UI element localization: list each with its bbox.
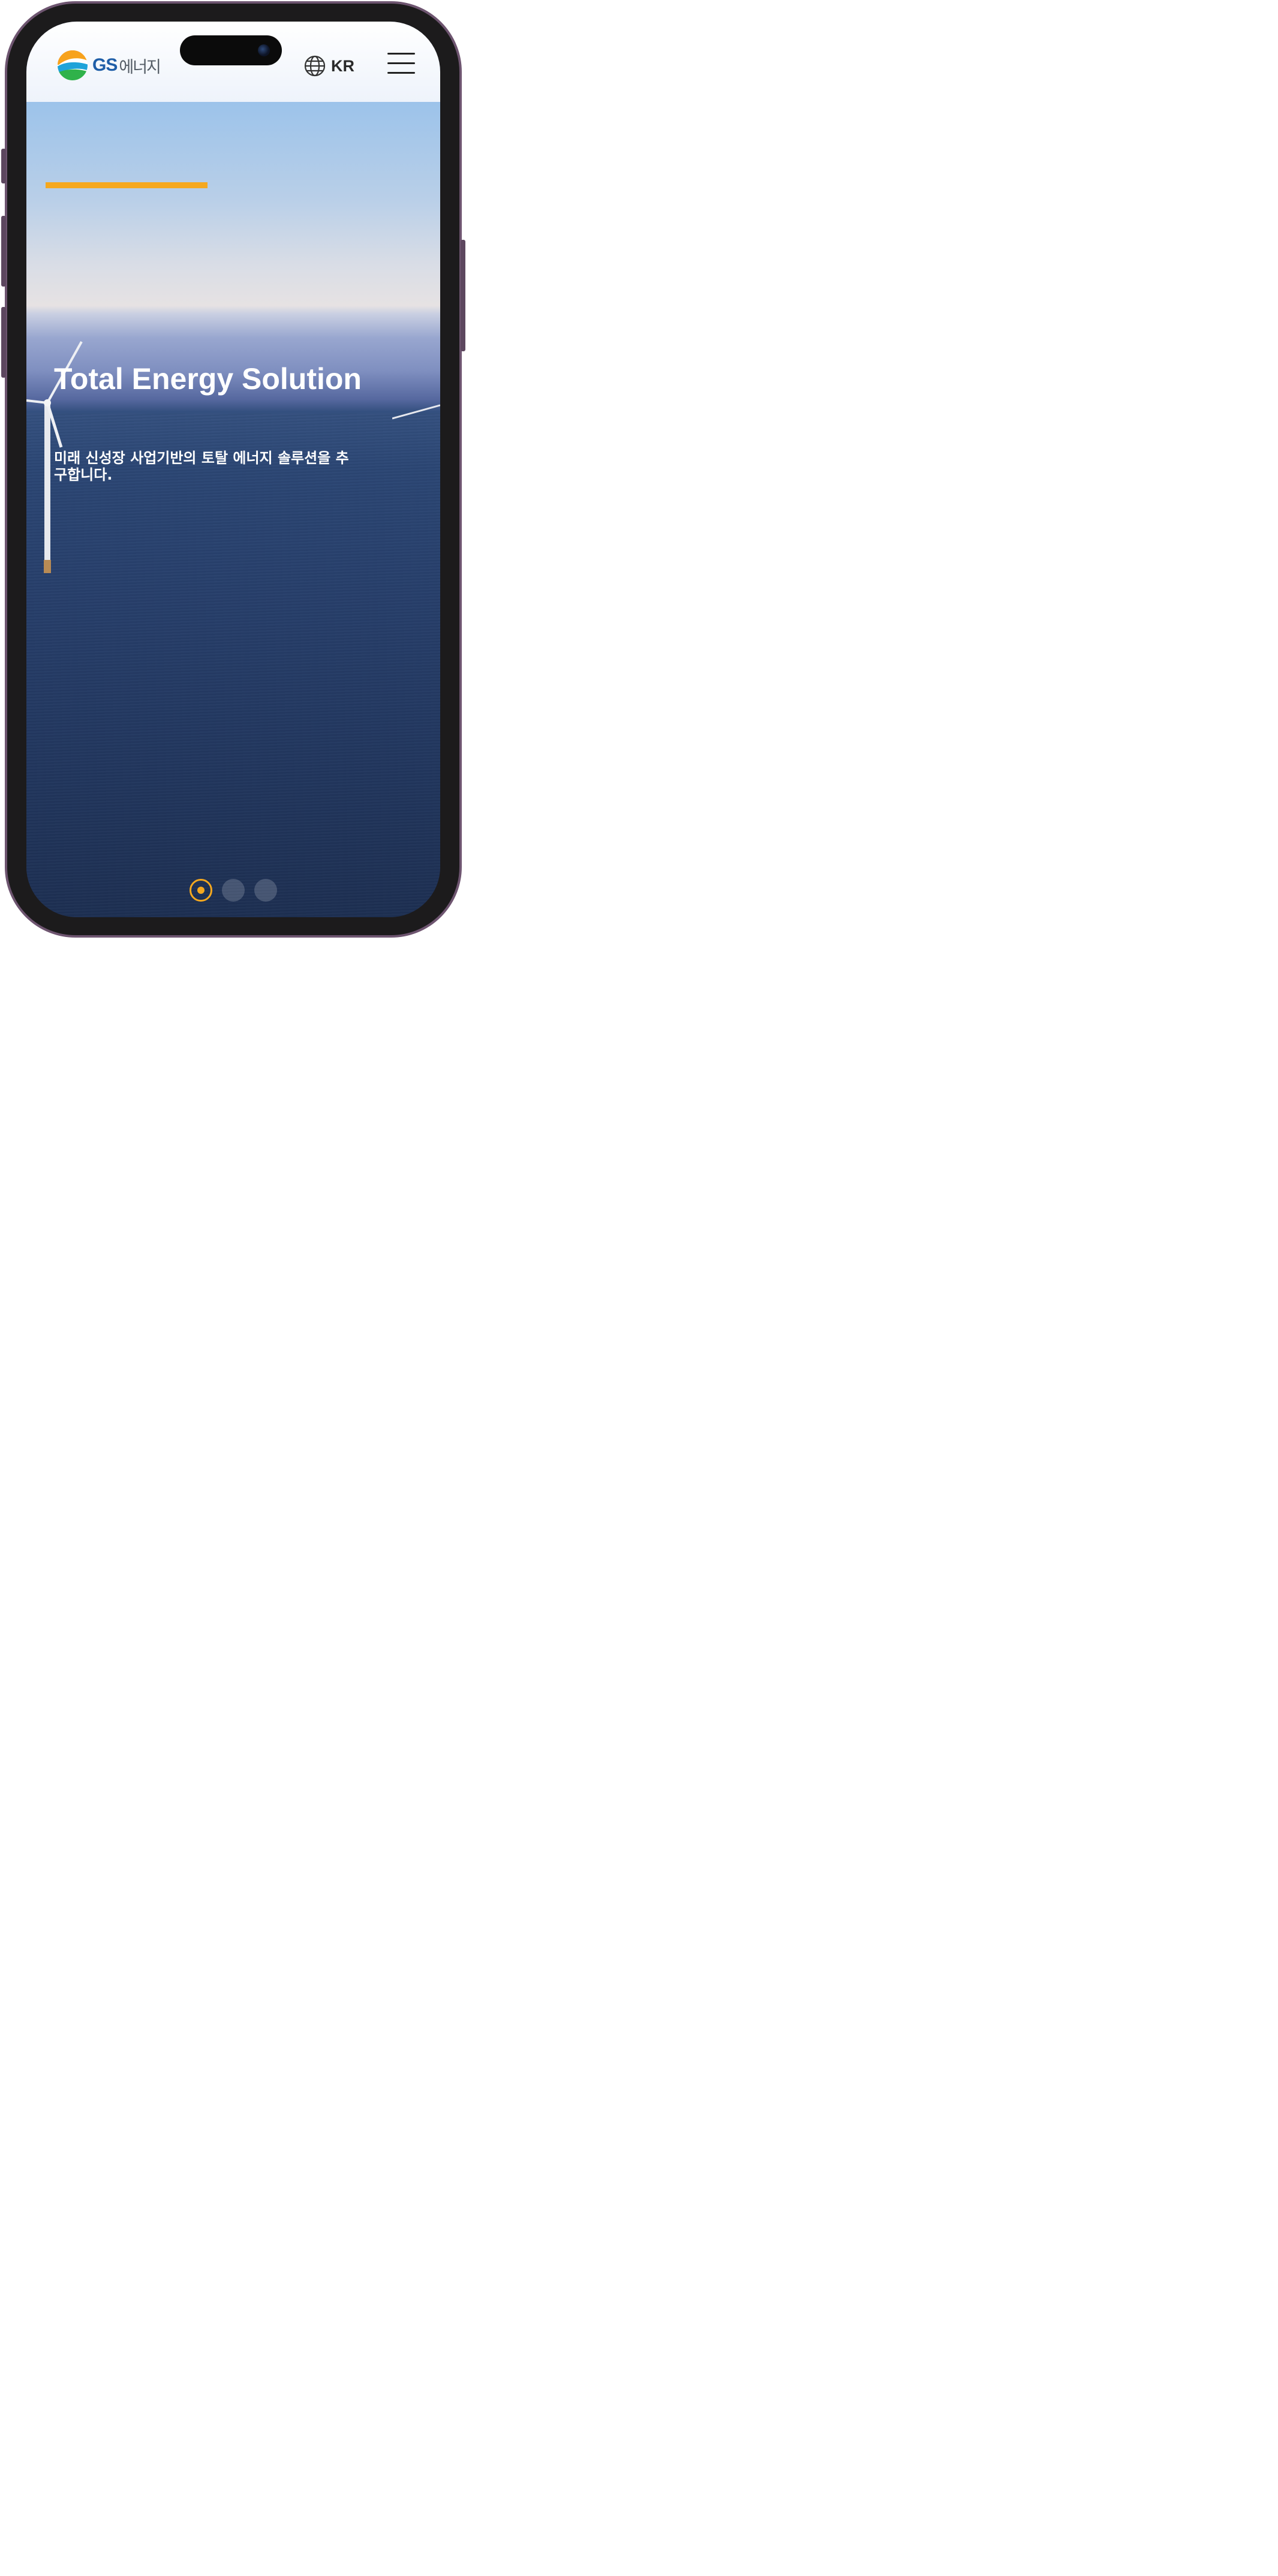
logo-brand-text: GS: [92, 55, 118, 75]
phone-action-button: [1, 149, 6, 183]
logo-suffix-text: 에너지: [119, 58, 161, 77]
language-label: KR: [331, 56, 354, 75]
gs-energy-logo[interactable]: GS 에너지: [56, 49, 161, 82]
hero-subtitle: 미래 신성장 사업기반의 토탈 에너지 솔루션을 추구합니다.: [54, 450, 349, 483]
slide-pagination: [190, 879, 277, 902]
slide-dot-1[interactable]: [190, 879, 212, 902]
front-camera-icon: [258, 44, 270, 56]
globe-icon: [304, 55, 326, 77]
hamburger-menu-icon[interactable]: [387, 52, 416, 76]
phone-volume-up-button: [1, 216, 6, 287]
hero-title: Total Energy Solution: [54, 362, 362, 396]
wind-turbine-blade-image: [392, 404, 440, 420]
phone-screen: Total Energy Solution 미래 신성장 사업기반의 토탈 에너…: [26, 22, 440, 917]
phone-volume-down-button: [1, 307, 6, 378]
hero-accent-bar: [46, 182, 208, 188]
slide-dot-2[interactable]: [222, 879, 245, 902]
phone-power-button: [461, 240, 465, 351]
gs-logo-icon: [58, 50, 88, 80]
slide-dot-3[interactable]: [254, 879, 277, 902]
hero-banner[interactable]: Total Energy Solution 미래 신성장 사업기반의 토탈 에너…: [26, 102, 440, 917]
language-selector[interactable]: KR: [303, 55, 354, 77]
dynamic-island: [180, 35, 282, 65]
